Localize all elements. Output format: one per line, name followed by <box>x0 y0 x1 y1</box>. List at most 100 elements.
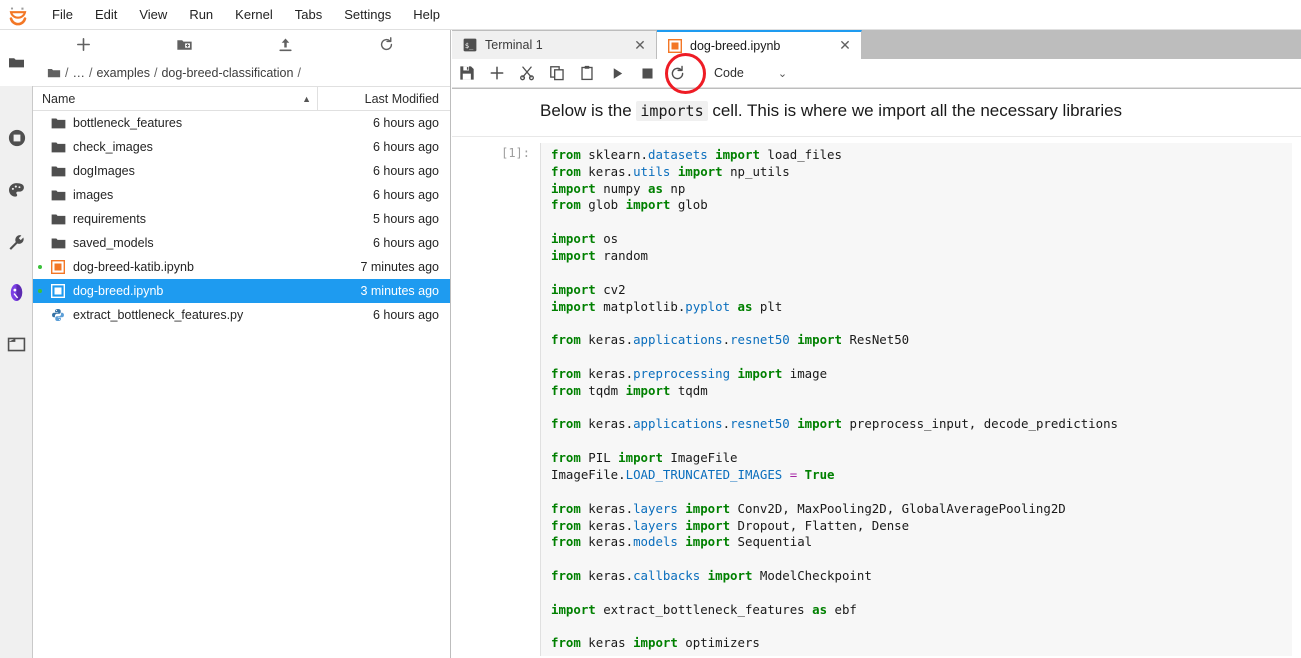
sidebar-item-kubeflow[interactable] <box>0 270 33 314</box>
jupyter-logo-icon <box>0 0 36 30</box>
file-list-header: Name ▲ Last Modified <box>33 86 450 111</box>
sidebar-item-property-inspector[interactable] <box>0 220 33 264</box>
markdown-text-after: cell. This is where we import all the ne… <box>708 101 1122 120</box>
folder-icon <box>47 117 69 130</box>
folder-icon <box>47 237 69 250</box>
paste-icon <box>579 65 595 81</box>
new-launcher-button[interactable] <box>33 30 134 60</box>
file-name: check_images <box>69 140 310 154</box>
refresh-file-list-button[interactable] <box>336 30 437 60</box>
list-item-selected[interactable]: dog-breed.ipynb 3 minutes ago <box>33 279 450 303</box>
breadcrumb-separator-3: / <box>296 66 301 80</box>
file-name: dogImages <box>69 164 310 178</box>
tab-dog-breed-notebook[interactable]: dog-breed.ipynb ✕ <box>657 30 862 59</box>
scissors-icon <box>519 65 535 81</box>
column-header-name-label: Name <box>42 92 75 106</box>
stop-square-icon <box>641 67 654 80</box>
sidebar-item-running-terminals[interactable] <box>0 116 33 160</box>
run-button[interactable] <box>602 59 632 87</box>
file-name: images <box>69 188 310 202</box>
restart-kernel-button[interactable] <box>662 59 692 87</box>
code-cell[interactable]: [1]: from sklearn.datasets import load_f… <box>452 137 1301 656</box>
list-item[interactable]: bottleneck_features 6 hours ago <box>33 111 450 135</box>
code-editor[interactable]: from sklearn.datasets import load_files … <box>540 143 1292 656</box>
folder-icon <box>47 189 69 202</box>
menu-item-help[interactable]: Help <box>402 3 451 26</box>
list-item[interactable]: requirements 5 hours ago <box>33 207 450 231</box>
list-item[interactable]: images 6 hours ago <box>33 183 450 207</box>
cut-button[interactable] <box>512 59 542 87</box>
folder-icon <box>47 165 69 178</box>
list-item[interactable]: saved_models 6 hours ago <box>33 231 450 255</box>
folder-icon[interactable] <box>47 66 61 80</box>
python-icon <box>47 308 69 322</box>
insert-cell-button[interactable] <box>482 59 512 87</box>
new-folder-button[interactable] <box>134 30 235 60</box>
input-prompt: [1]: <box>452 143 540 656</box>
list-item[interactable]: extract_bottleneck_features.py 6 hours a… <box>33 303 450 327</box>
tab-terminal-1[interactable]: $_ Terminal 1 ✕ <box>452 31 657 59</box>
file-list: bottleneck_features 6 hours ago check_im… <box>33 111 450 658</box>
notebook-icon <box>47 284 69 298</box>
breadcrumb-ellipsis[interactable]: … <box>69 66 88 80</box>
list-item[interactable]: dog-breed-katib.ipynb 7 minutes ago <box>33 255 450 279</box>
markdown-cell[interactable]: Below is the imports cell. This is where… <box>452 89 1301 136</box>
sidebar-item-tabs-panel[interactable] <box>0 322 33 366</box>
save-button[interactable] <box>452 59 482 87</box>
close-icon[interactable]: ✕ <box>837 38 853 54</box>
window-icon <box>7 336 26 353</box>
interrupt-button[interactable] <box>632 59 662 87</box>
column-header-last-modified[interactable]: Last Modified <box>317 87 450 110</box>
file-modified: 6 hours ago <box>310 188 450 202</box>
restart-icon <box>669 65 686 82</box>
menu-item-view[interactable]: View <box>128 3 178 26</box>
menu-bar: File Edit View Run Kernel Tabs Settings … <box>0 0 1301 30</box>
svg-text:$_: $_ <box>465 42 474 50</box>
cell-type-dropdown[interactable]: Code ⌄ <box>714 66 787 80</box>
upload-files-button[interactable] <box>235 30 336 60</box>
save-icon <box>459 65 475 81</box>
play-icon <box>610 66 625 81</box>
wrench-icon <box>7 233 26 252</box>
file-modified: 5 hours ago <box>310 212 450 226</box>
file-modified: 6 hours ago <box>310 116 450 130</box>
file-browser-panel: / … / examples / dog-breed-classificatio… <box>33 30 451 658</box>
file-modified: 6 hours ago <box>310 140 450 154</box>
folder-icon <box>47 141 69 154</box>
markdown-code-span: imports <box>636 101 707 121</box>
markdown-text-before: Below is the <box>540 101 636 120</box>
notebook-toolbar: Code ⌄ <box>452 59 1301 88</box>
folder-icon <box>7 53 26 72</box>
plus-icon <box>75 36 92 53</box>
chevron-down-icon: ⌄ <box>778 67 787 80</box>
palette-icon <box>7 181 26 200</box>
main-dock-area: $_ Terminal 1 ✕ dog-breed.ipynb ✕ <box>452 30 1301 658</box>
menu-item-file[interactable]: File <box>41 3 84 26</box>
menu-item-run[interactable]: Run <box>178 3 224 26</box>
paste-button[interactable] <box>572 59 602 87</box>
breadcrumb-dog-breed-classification[interactable]: dog-breed-classification <box>158 66 296 80</box>
kubeflow-icon <box>7 282 26 303</box>
tab-label: Terminal 1 <box>485 38 632 52</box>
sidebar-item-commands[interactable] <box>0 168 33 212</box>
tab-bar: $_ Terminal 1 ✕ dog-breed.ipynb ✕ <box>452 30 1301 59</box>
file-modified: 7 minutes ago <box>310 260 450 274</box>
breadcrumb-examples[interactable]: examples <box>93 66 153 80</box>
notebook-panel: Below is the imports cell. This is where… <box>452 89 1301 658</box>
menu-item-settings[interactable]: Settings <box>333 3 402 26</box>
list-item[interactable]: check_images 6 hours ago <box>33 135 450 159</box>
sidebar-item-file-browser[interactable] <box>0 40 33 84</box>
menu-item-kernel[interactable]: Kernel <box>224 3 284 26</box>
menu-item-tabs[interactable]: Tabs <box>284 3 333 26</box>
terminal-icon: $_ <box>462 37 478 53</box>
menu-item-edit[interactable]: Edit <box>84 3 128 26</box>
upload-icon <box>277 36 294 53</box>
list-item[interactable]: dogImages 6 hours ago <box>33 159 450 183</box>
file-name: requirements <box>69 212 310 226</box>
close-icon[interactable]: ✕ <box>632 37 648 53</box>
copy-button[interactable] <box>542 59 572 87</box>
column-header-name[interactable]: Name ▲ <box>33 92 317 106</box>
code-source: from sklearn.datasets import load_files … <box>551 147 1292 652</box>
activity-bar <box>0 30 33 658</box>
file-modified: 6 hours ago <box>310 236 450 250</box>
